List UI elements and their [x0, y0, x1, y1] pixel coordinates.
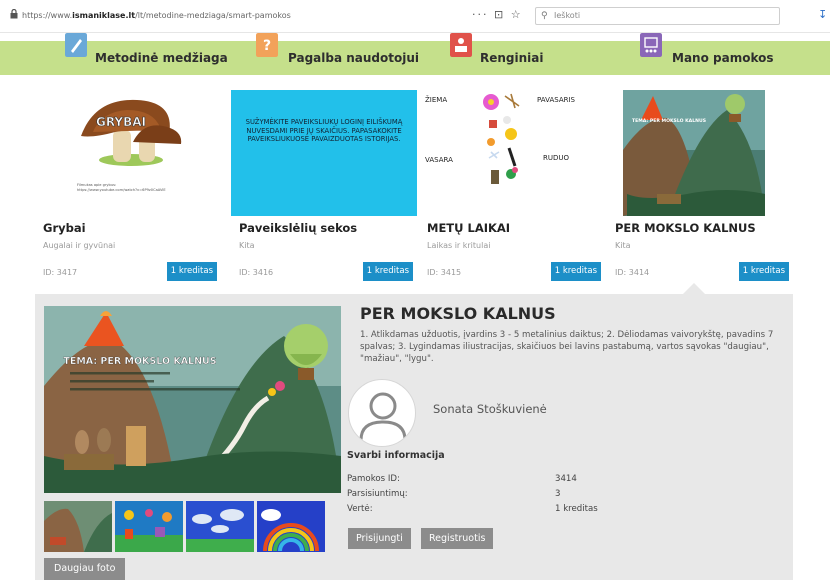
lesson-cards: GRYBAI Filmukas apie grybus: https://www…	[35, 90, 793, 281]
author-name: Sonata Stoškuvienė	[433, 402, 547, 416]
thumbnail-title: TEMA: PER MOKSLO KALNUS	[632, 118, 706, 124]
lesson-category: Laikas ir kritulai	[427, 241, 491, 250]
lesson-id: ID: 3417	[43, 268, 78, 277]
search-placeholder: Ieškoti	[554, 11, 581, 20]
season-label: PAVASARIS	[537, 96, 576, 104]
seasons-illustration: ŽIEMA PAVASARIS VASARA RUDUO	[419, 90, 605, 216]
lesson-thumbnail[interactable]: GRYBAI Filmukas apie grybus: https://www…	[35, 90, 221, 216]
search-input[interactable]: ⚲ Ieškoti	[535, 7, 780, 25]
thumbnail-colorful-objects	[115, 501, 183, 552]
thumbnail-rainbow	[257, 501, 325, 552]
lesson-thumbnail[interactable]: TEMA: PER MOKSLO KALNUS	[607, 90, 793, 216]
credit-badge[interactable]: 1 kreditas	[550, 262, 601, 281]
lesson-description: 1. Atlikdamas užduotis, įvardins 3 - 5 m…	[360, 330, 774, 364]
mushroom-illustration: GRYBAI Filmukas apie grybus: https://www…	[35, 90, 221, 216]
search-icon: ⚲	[541, 11, 548, 21]
nav-item-metodine-medziaga[interactable]: Metodinė medžiaga	[65, 33, 228, 75]
lesson-card[interactable]: ŽIEMA PAVASARIS VASARA RUDUO METŲ LAIKAI…	[419, 90, 605, 281]
thumbnail-caption-line-1: Filmukas apie grybus:	[77, 183, 116, 187]
info-label: Parsisiuntimų:	[347, 489, 408, 499]
url-path: /lt/metodine-medziaga/smart-pamokos	[135, 11, 291, 20]
presenter-icon	[450, 33, 472, 57]
nav-label: Mano pamokos	[672, 51, 774, 65]
lesson-main-image[interactable]: TEMA: PER MOKSLO KALNUS	[44, 306, 341, 493]
url-prefix: https://www.	[22, 11, 73, 20]
lesson-card[interactable]: TEMA: PER MOKSLO KALNUS PER MOKSLO KALNU…	[607, 90, 793, 281]
season-label: VASARA	[425, 156, 453, 164]
info-heading: Svarbi informacija	[347, 450, 445, 461]
more-photos-button[interactable]: Daugiau foto	[44, 558, 126, 580]
lesson-card[interactable]: GRYBAI Filmukas apie grybus: https://www…	[35, 90, 221, 281]
thumbnail-instructions: SUŽYMĖKITE PAVEIKSLIUKŲ LOGINĮ EILIŠKUMĄ…	[245, 118, 403, 144]
question-icon: ?	[256, 33, 278, 57]
lesson-thumbnail[interactable]: SUŽYMĖKITE PAVEIKSLIUKŲ LOGINĮ EILIŠKUMĄ…	[231, 90, 417, 216]
lesson-id: ID: 3414	[615, 268, 650, 277]
lesson-image-title: TEMA: PER MOKSLO KALNUS	[63, 356, 216, 367]
login-button[interactable]: Prisijungti	[348, 528, 411, 549]
lesson-category: Kita	[239, 241, 255, 250]
url-domain: ismaniklase.lt	[72, 11, 136, 20]
photo-thumbnail[interactable]	[257, 501, 325, 552]
info-value: 3414	[555, 474, 577, 484]
lesson-id: ID: 3416	[239, 268, 274, 277]
credit-badge[interactable]: 1 kreditas	[738, 262, 789, 281]
main-nav: Metodinė medžiaga ? Pagalba naudotojui R…	[0, 33, 830, 75]
selection-pointer	[683, 283, 705, 294]
lesson-title[interactable]: Grybai	[43, 221, 86, 235]
download-icon[interactable]: ↧	[818, 8, 827, 21]
lesson-thumbnail[interactable]: ŽIEMA PAVASARIS VASARA RUDUO	[419, 90, 605, 216]
photo-thumbnail[interactable]	[115, 501, 183, 552]
lesson-category: Kita	[615, 241, 631, 250]
season-label: ŽIEMA	[425, 95, 447, 104]
thumbnail-clouds	[186, 501, 254, 552]
svg-text:?: ?	[263, 38, 271, 54]
info-label: Vertė:	[347, 504, 373, 514]
nav-item-mano-pamokos[interactable]: Mano pamokos	[640, 33, 774, 75]
author-avatar	[348, 379, 416, 447]
nav-label: Metodinė medžiaga	[95, 51, 228, 65]
lesson-detail-panel: TEMA: PER MOKSLO KALNUS Daugiau foto PER…	[35, 294, 793, 580]
photo-thumbnails	[44, 501, 341, 552]
lesson-title[interactable]: Paveikslėlių sekos	[239, 221, 357, 235]
thumbnail-volcano	[44, 501, 112, 552]
nav-item-renginiai[interactable]: Renginiai	[450, 33, 550, 75]
thumbnail-caption-line-2: https://www.youtube.com/watch?v=6P9z0CaA…	[77, 188, 166, 192]
lessons-icon	[640, 33, 662, 57]
nav-label: Pagalba naudotojui	[288, 51, 420, 65]
season-label: RUDUO	[543, 154, 570, 162]
info-label: Pamokos ID:	[347, 474, 400, 484]
address-bar[interactable]: https://www.ismaniklase.lt/lt/metodine-m…	[22, 11, 291, 20]
lesson-category: Augalai ir gyvūnai	[43, 241, 116, 250]
register-button[interactable]: Registruotis	[421, 528, 494, 549]
credit-badge[interactable]: 1 kreditas	[362, 262, 413, 281]
pencil-icon	[65, 33, 87, 57]
page-actions-icons[interactable]: ··· ⊡ ☆	[472, 8, 523, 21]
lesson-id: ID: 3415	[427, 268, 462, 277]
lesson-title[interactable]: PER MOKSLO KALNUS	[615, 221, 756, 235]
lesson-title[interactable]: METŲ LAIKAI	[427, 221, 510, 235]
photo-thumbnail[interactable]	[44, 501, 112, 552]
credit-badge[interactable]: 1 kreditas	[166, 262, 217, 281]
browser-toolbar: https://www.ismaniklase.lt/lt/metodine-m…	[0, 0, 830, 33]
lesson-detail-title: PER MOKSLO KALNUS	[360, 304, 556, 323]
photo-thumbnail[interactable]	[186, 501, 254, 552]
volcano-lesson-illustration: TEMA: PER MOKSLO KALNUS	[44, 306, 341, 493]
info-value: 1 kreditas	[555, 504, 598, 514]
user-icon	[359, 392, 407, 441]
volcano-thumbnail-illustration: TEMA: PER MOKSLO KALNUS	[623, 90, 765, 216]
thumbnail-title: GRYBAI	[96, 115, 146, 129]
nav-item-pagalba[interactable]: ? Pagalba naudotojui	[256, 33, 420, 75]
info-value: 3	[555, 489, 561, 499]
nav-label: Renginiai	[480, 51, 544, 65]
lock-icon	[10, 9, 18, 19]
lesson-card[interactable]: SUŽYMĖKITE PAVEIKSLIUKŲ LOGINĮ EILIŠKUMĄ…	[231, 90, 417, 281]
